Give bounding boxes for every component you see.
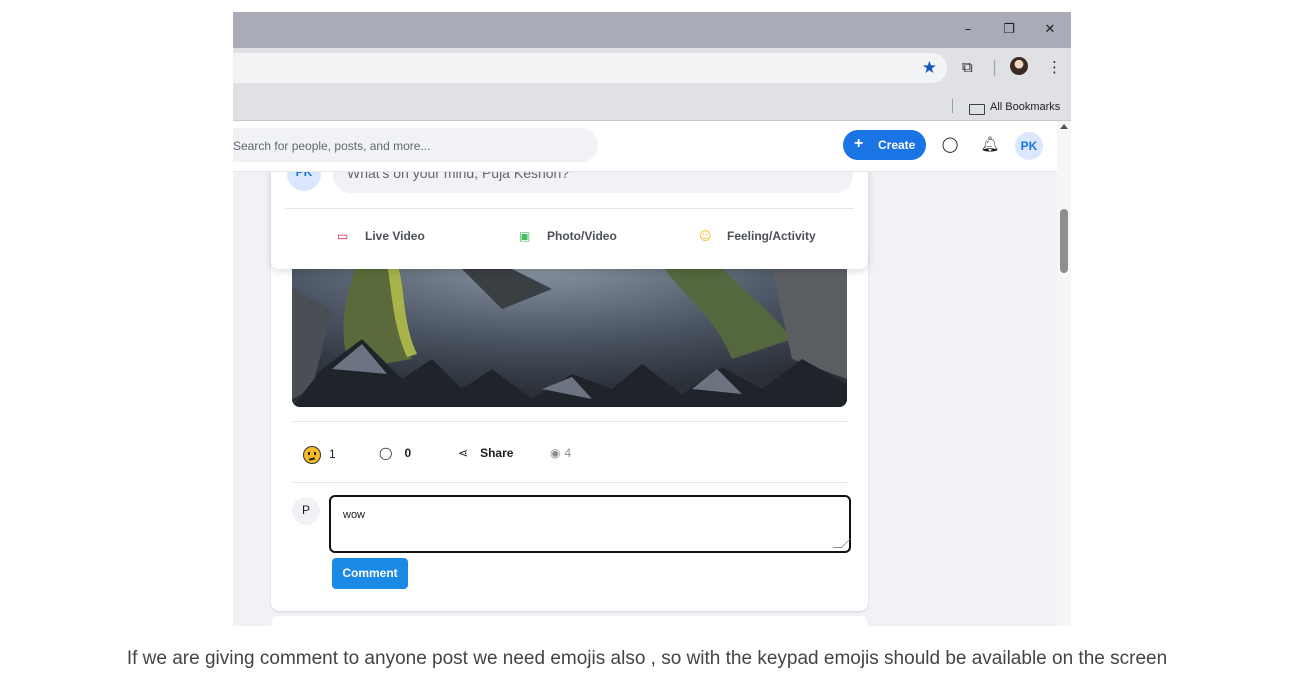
- reaction-count: 1: [329, 447, 336, 462]
- post-divider: [292, 482, 847, 483]
- browser-toolbar: ★ ⧉ | ⋮: [233, 48, 1071, 96]
- next-post-card: [271, 616, 868, 626]
- plus-icon: +: [854, 135, 864, 152]
- profile-avatar-icon[interactable]: [1010, 57, 1028, 75]
- scroll-up-arrow-icon[interactable]: [1060, 124, 1068, 129]
- page-scrollbar[interactable]: [1057, 121, 1071, 626]
- feeling-activity-button[interactable]: ☺ Feeling/Activity: [699, 229, 816, 243]
- search-input[interactable]: Search for people, posts, and more...: [233, 128, 598, 162]
- view-count-value: 4: [564, 446, 572, 460]
- user-avatar[interactable]: PK: [1015, 132, 1043, 160]
- comment-avatar: P: [292, 497, 320, 525]
- bookmark-star-icon[interactable]: ★: [922, 58, 937, 78]
- toolbar-separator: |: [992, 58, 998, 76]
- post-image-artwork: [292, 249, 847, 407]
- kebab-icon[interactable]: ⋮: [1047, 58, 1062, 76]
- app-header: Search for people, posts, and more... + …: [233, 121, 1057, 172]
- share-label: Share: [480, 446, 514, 460]
- smiley-icon: ☺: [699, 229, 712, 243]
- post-divider: [292, 421, 847, 422]
- restore-button[interactable]: ❐: [995, 20, 1023, 40]
- comment-text: wow: [343, 509, 366, 521]
- comment-textarea[interactable]: wow: [329, 495, 851, 553]
- post-card: 1 ◯ 0 ⋖ Share ◉ 4 P wow Comment: [271, 249, 868, 611]
- composer-divider: [285, 208, 854, 209]
- view-count: ◉ 4: [550, 446, 571, 460]
- reaction-button[interactable]: 1: [303, 446, 336, 464]
- photo-video-button[interactable]: ▣ Photo/Video: [519, 229, 617, 243]
- share-button[interactable]: ⋖ Share: [458, 446, 513, 460]
- close-button[interactable]: ✕: [1036, 20, 1064, 40]
- title-bar: – ❐ ✕: [233, 12, 1071, 48]
- bell-icon[interactable]: 🔔︎: [980, 135, 1000, 155]
- confused-face-icon: [303, 446, 321, 464]
- live-video-label: Live Video: [365, 229, 425, 243]
- puzzle-icon[interactable]: ⧉: [962, 58, 973, 76]
- share-icon: ⋖: [458, 446, 469, 460]
- video-camera-icon: ▭: [337, 229, 349, 243]
- eye-icon: ◉: [550, 446, 561, 460]
- search-placeholder: Search for people, posts, and more...: [233, 139, 431, 153]
- all-bookmarks-link[interactable]: All Bookmarks: [990, 101, 1060, 113]
- image-icon: ▣: [519, 229, 531, 243]
- live-video-button[interactable]: ▭ Live Video: [337, 229, 425, 243]
- page-viewport: Search for people, posts, and more... + …: [233, 121, 1057, 626]
- comment-count-button[interactable]: ◯ 0: [379, 446, 411, 460]
- bookmarks-separator: [952, 99, 953, 113]
- comment-count: 0: [404, 446, 412, 460]
- feeling-activity-label: Feeling/Activity: [727, 229, 816, 243]
- chat-bubble-icon[interactable]: ◯: [940, 135, 960, 155]
- address-bar[interactable]: ★: [233, 53, 947, 83]
- create-button[interactable]: + Create: [843, 130, 926, 160]
- folder-icon: [969, 104, 985, 115]
- resize-handle-icon[interactable]: [832, 539, 851, 548]
- comment-button[interactable]: Comment: [332, 558, 408, 589]
- caption-text: If we are giving comment to anyone post …: [126, 648, 1168, 669]
- minimize-button[interactable]: –: [954, 20, 982, 40]
- comment-bubble-icon: ◯: [379, 446, 393, 460]
- browser-window: – ❐ ✕ ★ ⧉ | ⋮ All Bookmarks Search for p…: [233, 12, 1071, 626]
- create-label: Create: [878, 138, 916, 152]
- bookmarks-bar: All Bookmarks: [233, 96, 1071, 121]
- scroll-thumb[interactable]: [1060, 209, 1068, 273]
- post-image[interactable]: [292, 249, 847, 407]
- photo-video-label: Photo/Video: [547, 229, 617, 243]
